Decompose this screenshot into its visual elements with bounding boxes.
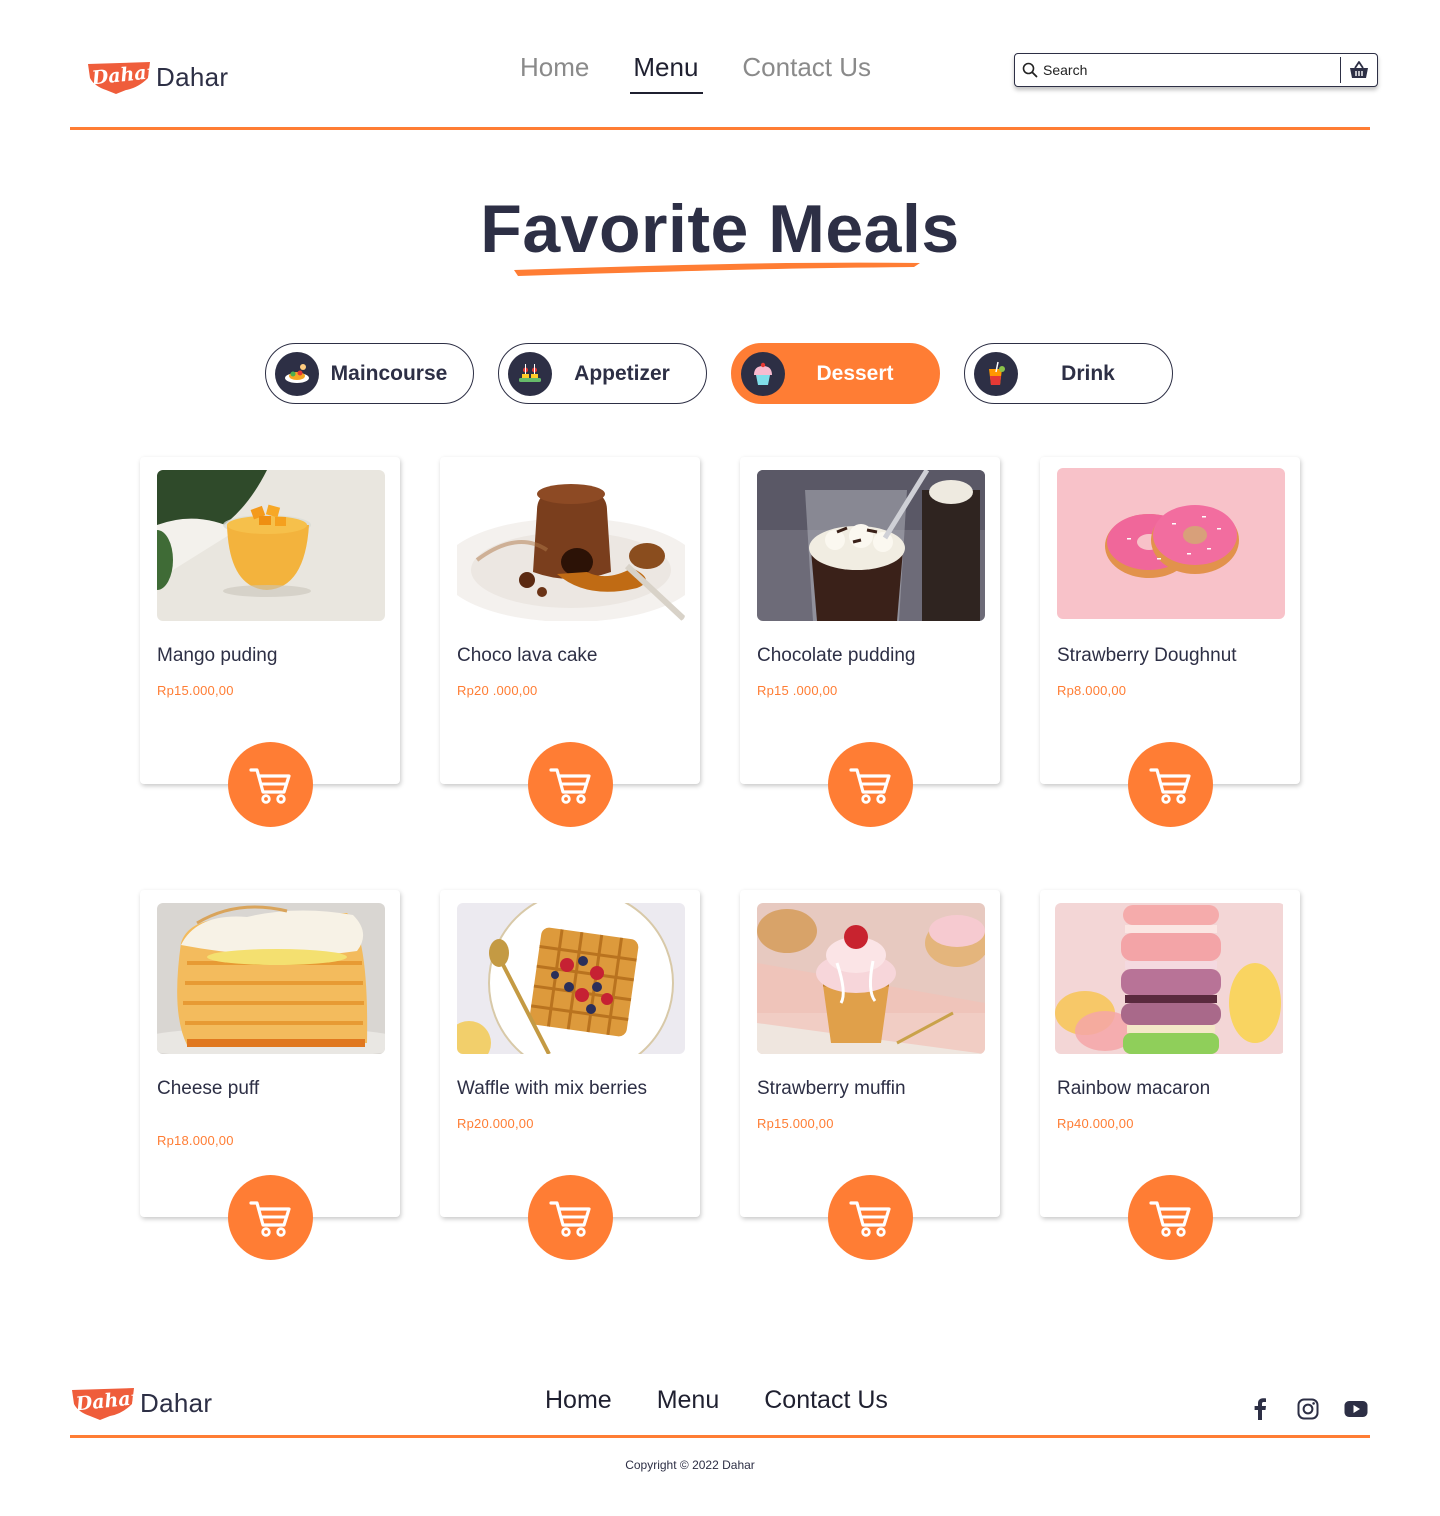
item-name: Chocolate pudding: [757, 645, 916, 666]
chocolate-pudding-photo: [757, 470, 985, 621]
search-icon: [1017, 54, 1043, 86]
menu-card: Choco lava cake Rp20 .000,00: [440, 457, 700, 827]
mango-pudding-photo: [157, 470, 385, 621]
cart-icon: [248, 1200, 291, 1237]
item-price: Rp18.000,00: [157, 1133, 234, 1148]
youtube-icon[interactable]: [1344, 1397, 1368, 1421]
menu-card: Chocolate pudding Rp15 .000,00: [740, 457, 1000, 827]
cart-icon: [1148, 1200, 1191, 1237]
add-to-cart-button[interactable]: [528, 1175, 613, 1260]
brand-logo[interactable]: Dahar Dahar: [86, 58, 228, 96]
footer-nav-menu[interactable]: Menu: [657, 1386, 720, 1415]
juice-icon: [974, 351, 1018, 396]
lava-cake-photo: [457, 470, 685, 621]
cart-icon: [848, 767, 891, 804]
item-price: Rp40.000,00: [1057, 1116, 1134, 1131]
menu-card: Strawberry Doughnut Rp8.000,00: [1040, 457, 1300, 827]
menu-card: Rainbow macaron Rp40.000,00: [1040, 890, 1300, 1260]
logo-mark-icon: Dahar: [86, 58, 152, 96]
tab-label: Dessert: [816, 361, 894, 385]
add-to-cart-button[interactable]: [1128, 1175, 1213, 1260]
item-price: Rp15.000,00: [157, 683, 234, 698]
nav-contact[interactable]: Contact Us: [742, 52, 871, 93]
canape-icon: [508, 351, 552, 396]
add-to-cart-button[interactable]: [528, 742, 613, 827]
add-to-cart-button[interactable]: [1128, 742, 1213, 827]
item-price: Rp8.000,00: [1057, 683, 1127, 698]
cart-icon: [1148, 767, 1191, 804]
brand-name: Dahar: [156, 61, 229, 92]
tab-maincourse[interactable]: Maincourse: [265, 343, 474, 404]
tab-drink[interactable]: Drink: [964, 343, 1173, 404]
tab-dessert[interactable]: Dessert: [731, 343, 940, 404]
item-name: Strawberry muffin: [757, 1078, 906, 1099]
item-name: Mango puding: [157, 645, 278, 666]
item-name: Choco lava cake: [457, 645, 598, 666]
add-to-cart-button[interactable]: [228, 1175, 313, 1260]
menu-card: Mango puding Rp15.000,00: [140, 457, 400, 827]
cart-icon: [548, 767, 591, 804]
main-nav: Home Menu Contact Us: [520, 52, 915, 94]
item-price: Rp15.000,00: [757, 1116, 834, 1131]
add-to-cart-button[interactable]: [228, 742, 313, 827]
tab-label: Maincourse: [330, 361, 448, 385]
menu-card: Strawberry muffin Rp15.000,00: [740, 890, 1000, 1260]
cart-icon: [848, 1200, 891, 1237]
item-name: Waffle with mix berries: [457, 1078, 648, 1099]
cheese-puff-photo: [157, 903, 385, 1054]
item-name: Cheese puff: [157, 1078, 260, 1099]
footer-nav: Home Menu Contact Us: [545, 1386, 933, 1415]
item-name: Rainbow macaron: [1057, 1078, 1211, 1099]
tab-label: Drink: [1061, 361, 1115, 385]
basket-icon[interactable]: [1341, 54, 1377, 86]
nav-menu[interactable]: Menu: [630, 52, 704, 94]
search-bar: [1014, 53, 1378, 87]
search-input[interactable]: [1043, 55, 1340, 85]
item-name: Strawberry Doughnut: [1057, 645, 1237, 666]
item-price: Rp20.000,00: [457, 1116, 534, 1131]
tab-appetizer[interactable]: Appetizer: [498, 343, 707, 404]
instagram-icon[interactable]: [1296, 1397, 1320, 1421]
header-divider: [70, 127, 1370, 130]
tab-label: Appetizer: [574, 361, 670, 385]
social-links: [1248, 1397, 1392, 1421]
menu-card: Waffle with mix berries Rp20.000,00: [440, 890, 700, 1260]
cupcake-icon: [741, 351, 785, 396]
menu-card: Cheese puff Rp18.000,00: [140, 890, 400, 1260]
add-to-cart-button[interactable]: [828, 1175, 913, 1260]
brand-name: Dahar: [140, 1387, 213, 1418]
footer-divider: [70, 1435, 1370, 1438]
muffin-photo: [757, 903, 985, 1054]
add-to-cart-button[interactable]: [828, 742, 913, 827]
cart-icon: [248, 767, 291, 804]
waffle-photo: [457, 903, 685, 1054]
footer-nav-contact[interactable]: Contact Us: [764, 1386, 888, 1415]
logo-mark-icon: Dahar: [70, 1384, 136, 1422]
copyright-text: Copyright © 2022 Dahar: [625, 1458, 755, 1472]
footer-nav-home[interactable]: Home: [545, 1386, 612, 1415]
category-tabs: Maincourse Appetizer Dessert Drink: [265, 343, 1197, 404]
nav-home[interactable]: Home: [520, 52, 589, 93]
item-price: Rp20 .000,00: [457, 683, 538, 698]
macaron-photo: [1055, 903, 1285, 1054]
facebook-icon[interactable]: [1248, 1397, 1272, 1421]
footer-brand-logo[interactable]: Dahar Dahar: [70, 1384, 212, 1422]
title-brush-stroke: [514, 262, 920, 276]
item-price: Rp15 .000,00: [757, 683, 838, 698]
doughnut-photo: [1057, 468, 1285, 619]
plate-icon: [275, 351, 319, 396]
cart-icon: [548, 1200, 591, 1237]
page-title: Favorite Meals: [480, 191, 960, 267]
